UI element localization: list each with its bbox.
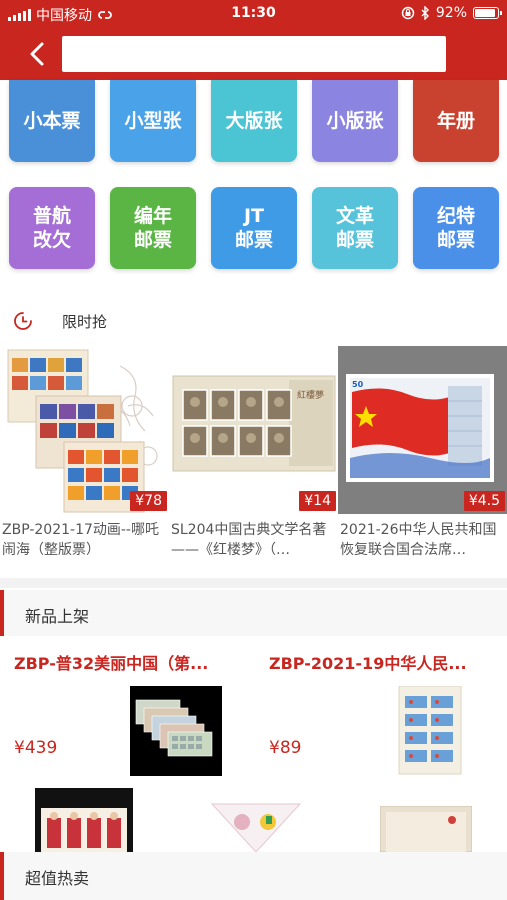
new-item[interactable]: ZBP-普32美丽中国（第... ¥439 bbox=[0, 638, 252, 786]
battery-percent: 92% bbox=[435, 5, 467, 21]
category-jt-youpiao[interactable]: JT 邮票 bbox=[211, 187, 297, 269]
top-nav-bar bbox=[0, 28, 507, 80]
more-item[interactable] bbox=[340, 788, 507, 852]
section-divider bbox=[0, 578, 507, 588]
stamp-image-nezha bbox=[0, 346, 169, 514]
section-accent-bar bbox=[0, 590, 4, 636]
more-item[interactable] bbox=[0, 788, 167, 852]
new-item-name: ZBP-普32美丽中国（第... bbox=[14, 654, 209, 673]
category-jite-youpiao[interactable]: 纪特 邮票 bbox=[413, 187, 499, 269]
category-label: 编年 邮票 bbox=[133, 205, 172, 251]
more-item[interactable] bbox=[170, 788, 337, 852]
category-xiaoxingzhang[interactable]: 小型张 bbox=[110, 80, 196, 162]
new-arrivals-title: 新品上架 bbox=[25, 607, 90, 626]
stamp-image-meili-zhongguo bbox=[130, 686, 222, 776]
category-label: 普航 改欠 bbox=[32, 205, 71, 251]
new-arrivals-list: ZBP-普32美丽中国（第... ¥439 ZBP-2021-19中华人民...… bbox=[0, 638, 507, 786]
new-item-name: ZBP-2021-19中华人民... bbox=[269, 654, 467, 673]
category-label: 小型张 bbox=[124, 110, 182, 132]
stamp-image-sheet bbox=[380, 806, 472, 852]
stamp-image-hongloumeng: 紅樓夢 bbox=[169, 346, 338, 514]
chevron-left-icon bbox=[30, 42, 44, 66]
category-xiaobanzhang[interactable]: 小版张 bbox=[312, 80, 398, 162]
category-wenge-youpiao[interactable]: 文革 邮票 bbox=[312, 187, 398, 269]
new-item-price: ¥89 bbox=[269, 738, 302, 758]
rotation-lock-icon bbox=[401, 6, 415, 20]
battery-fill bbox=[475, 9, 496, 17]
status-bar: 中国移动 11:30 92% bbox=[0, 0, 507, 28]
bluetooth-icon bbox=[421, 6, 429, 20]
back-button[interactable] bbox=[22, 38, 52, 70]
category-label: JT 邮票 bbox=[234, 205, 273, 251]
svg-text:紅樓夢: 紅樓夢 bbox=[297, 389, 324, 401]
flash-item-name: 2021-26中华人民共和国恢复联合国合法席… bbox=[340, 522, 497, 558]
new-item[interactable]: ZBP-2021-19中华人民... ¥89 bbox=[255, 638, 507, 786]
more-items-row bbox=[0, 788, 507, 852]
stamp-image-un-seat: 50 bbox=[338, 346, 507, 514]
flash-item-name: SL204中国古典文学名著——《红楼梦》（… bbox=[171, 522, 327, 558]
category-label: 小本票 bbox=[23, 110, 81, 132]
flash-sale-list: ¥78 ZBP-2021-17动画--哪吒闹海（整版票） 紅樓夢 ¥14 SL2… bbox=[0, 346, 507, 576]
price-tag: ¥78 bbox=[130, 491, 167, 511]
category-label: 大版张 bbox=[225, 110, 283, 132]
price-tag: ¥14 bbox=[299, 491, 336, 511]
price-tag: ¥4.5 bbox=[463, 491, 505, 511]
category-nianche[interactable]: 年册 bbox=[413, 80, 499, 162]
flash-item[interactable]: ¥78 ZBP-2021-17动画--哪吒闹海（整版票） bbox=[0, 346, 169, 576]
search-input[interactable] bbox=[62, 36, 446, 72]
category-label: 文革 邮票 bbox=[335, 205, 374, 251]
category-label: 小版张 bbox=[326, 110, 384, 132]
stamp-image-costumes bbox=[35, 788, 133, 852]
flash-item[interactable]: 紅樓夢 ¥14 SL204中国古典文学名著——《红楼梦》（… bbox=[169, 346, 338, 576]
category-biannian-youpiao[interactable]: 编年 邮票 bbox=[110, 187, 196, 269]
flash-item-name: ZBP-2021-17动画--哪吒闹海（整版票） bbox=[2, 522, 159, 558]
category-label: 纪特 邮票 bbox=[436, 205, 475, 251]
flash-item[interactable]: 50 ¥4.5 2021-26中华人民共和国恢复联合国合法席… bbox=[338, 346, 507, 576]
flash-sale-header: 限时抢 bbox=[0, 300, 507, 340]
status-right: 92% bbox=[401, 5, 502, 21]
section-accent-bar bbox=[0, 852, 4, 900]
battery-icon bbox=[473, 7, 502, 19]
category-label: 年册 bbox=[436, 110, 475, 132]
clock-icon bbox=[14, 312, 32, 330]
category-puhang-gaiqian[interactable]: 普航 改欠 bbox=[9, 187, 95, 269]
category-xiaobenpiao[interactable]: 小本票 bbox=[9, 80, 95, 162]
flash-sale-title: 限时抢 bbox=[62, 313, 108, 331]
svg-text:50: 50 bbox=[352, 380, 364, 389]
stamp-image-triangle bbox=[210, 803, 302, 852]
new-arrivals-header: 新品上架 bbox=[0, 590, 507, 636]
stamp-image-2021-19 bbox=[398, 686, 462, 775]
new-item-price: ¥439 bbox=[14, 738, 58, 758]
hot-sale-title: 超值热卖 bbox=[25, 869, 90, 888]
category-dabanzhang[interactable]: 大版张 bbox=[211, 80, 297, 162]
category-grid: 小本票 小型张 大版张 小版张 年册 普航 改欠 编年 邮票 JT 邮票 文革 … bbox=[0, 80, 507, 280]
hot-sale-header: 超值热卖 bbox=[0, 852, 507, 900]
